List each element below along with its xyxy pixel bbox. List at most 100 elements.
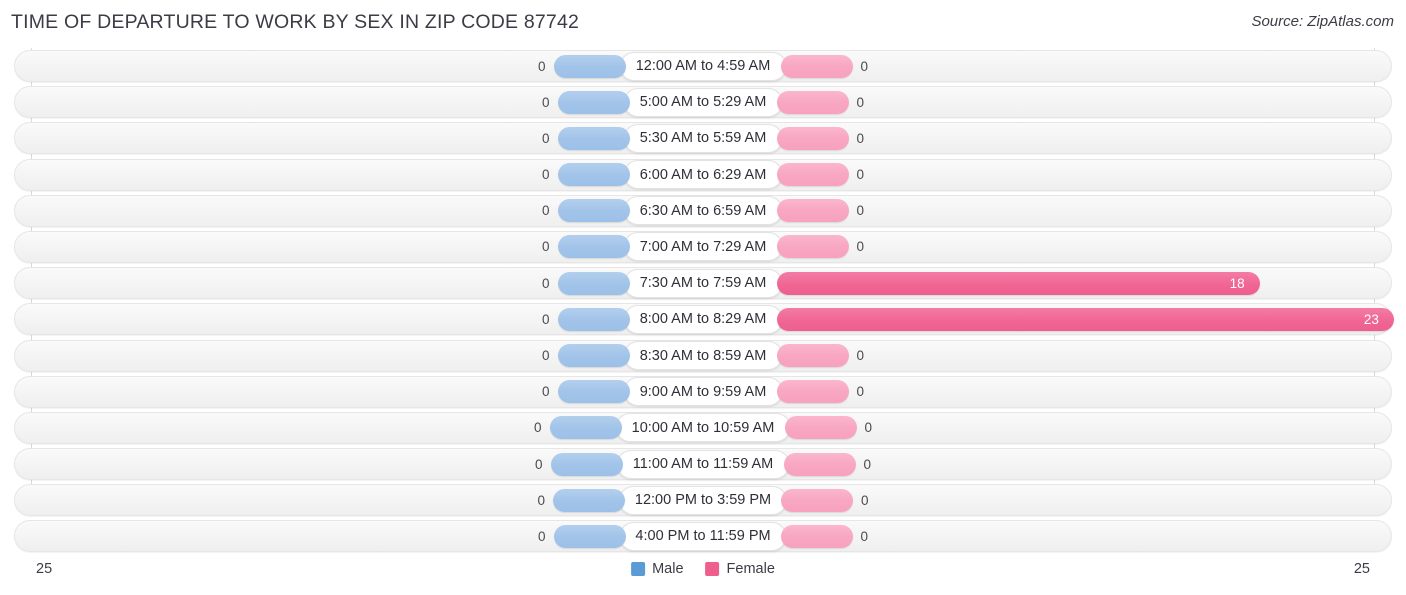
female-bar[interactable] xyxy=(776,126,849,150)
bar-row: 7:00 AM to 7:29 AM 0 0 xyxy=(0,229,1406,265)
female-value-label: 0 xyxy=(856,94,865,110)
category-label: 7:00 AM to 7:29 AM xyxy=(623,232,783,262)
bar-row: 8:30 AM to 8:59 AM 0 0 xyxy=(0,338,1406,374)
male-value-label: 0 xyxy=(534,456,543,472)
bar-row: 5:00 AM to 5:29 AM 0 0 xyxy=(0,84,1406,120)
male-value-label: 0 xyxy=(537,492,545,508)
male-value-label: 0 xyxy=(541,275,550,291)
category-label: 12:00 AM to 4:59 AM xyxy=(619,51,787,81)
male-bar[interactable] xyxy=(557,380,630,404)
bar-row: 6:00 AM to 6:29 AM 0 0 xyxy=(0,157,1406,193)
male-bar[interactable] xyxy=(557,235,630,259)
page-title: TIME OF DEPARTURE TO WORK BY SEX IN ZIP … xyxy=(11,11,580,33)
female-bar[interactable] xyxy=(781,488,853,512)
bar-row: 8:00 AM to 8:29 AM 0 23 xyxy=(0,301,1406,337)
female-bar[interactable] xyxy=(776,90,849,114)
male-value-label: 0 xyxy=(541,311,550,327)
chart-header: TIME OF DEPARTURE TO WORK BY SEX IN ZIP … xyxy=(0,0,1406,44)
male-value-label: 0 xyxy=(533,420,542,436)
bar-row: 7:30 AM to 7:59 AM 0 18 xyxy=(0,265,1406,301)
male-bar[interactable] xyxy=(557,90,630,114)
male-bar[interactable] xyxy=(557,199,630,223)
legend-swatch-female-icon xyxy=(705,562,720,576)
legend: Male Female xyxy=(631,561,775,577)
male-bar[interactable] xyxy=(557,271,630,295)
female-value-label: 0 xyxy=(856,130,865,146)
female-bar[interactable] xyxy=(776,307,1394,331)
male-value-label: 0 xyxy=(541,130,550,146)
category-label: 12:00 PM to 3:59 PM xyxy=(618,485,788,515)
male-value-label: 0 xyxy=(537,58,546,74)
female-bar[interactable] xyxy=(783,452,856,476)
female-value-label: 0 xyxy=(860,58,869,74)
female-bar[interactable] xyxy=(776,271,1260,295)
bar-rows-container: 12:00 AM to 4:59 AM 0 0 5:00 AM to 5:29 AM 0… xyxy=(0,48,1406,555)
legend-label-male: Male xyxy=(652,561,684,577)
bar-row: 12:00 AM to 4:59 AM 0 0 xyxy=(0,48,1406,84)
category-label: 10:00 AM to 10:59 AM xyxy=(615,413,791,443)
female-value-label: 0 xyxy=(856,203,865,219)
female-value-label: 0 xyxy=(861,492,869,508)
female-value-label: 23 xyxy=(1363,311,1379,327)
bar-row: 12:00 PM to 3:59 PM 0 0 xyxy=(0,482,1406,518)
category-label: 8:30 AM to 8:59 AM xyxy=(623,341,783,370)
male-bar[interactable] xyxy=(553,54,626,78)
category-label: 6:30 AM to 6:59 AM xyxy=(623,196,783,226)
male-value-label: 0 xyxy=(541,239,550,255)
category-label: 5:00 AM to 5:29 AM xyxy=(623,87,783,117)
female-value-label: 0 xyxy=(856,348,865,363)
category-label: 8:00 AM to 8:29 AM xyxy=(623,304,783,334)
female-bar[interactable] xyxy=(780,524,853,548)
female-value-label: 0 xyxy=(856,384,865,400)
chart-footer: 25 25 Male Female xyxy=(0,553,1406,595)
legend-label-female: Female xyxy=(726,561,775,577)
bar-row: 5:30 AM to 5:59 AM 0 0 xyxy=(0,120,1406,156)
legend-item-female[interactable]: Female xyxy=(705,561,775,577)
female-value-label: 0 xyxy=(860,528,869,544)
male-value-label: 0 xyxy=(541,384,550,400)
female-value-label: 18 xyxy=(1229,275,1245,291)
female-bar[interactable] xyxy=(776,199,849,223)
male-value-label: 0 xyxy=(541,167,550,183)
male-value-label: 0 xyxy=(541,94,550,110)
bar-row: 6:30 AM to 6:59 AM 0 0 xyxy=(0,193,1406,229)
female-bar[interactable] xyxy=(780,54,853,78)
male-bar[interactable] xyxy=(549,416,622,440)
male-value-label: 0 xyxy=(541,348,550,363)
category-label: 4:00 PM to 11:59 PM xyxy=(619,521,787,551)
female-value-label: 0 xyxy=(863,456,872,472)
male-bar[interactable] xyxy=(557,344,630,367)
category-label: 5:30 AM to 5:59 AM xyxy=(623,123,783,153)
female-bar[interactable] xyxy=(776,235,849,259)
bar-row: 9:00 AM to 9:59 AM 0 0 xyxy=(0,374,1406,410)
female-bar[interactable] xyxy=(776,344,849,367)
category-label: 7:30 AM to 7:59 AM xyxy=(623,268,783,298)
plot-area: 12:00 AM to 4:59 AM 0 0 5:00 AM to 5:29 AM 0… xyxy=(0,48,1406,553)
female-bar[interactable] xyxy=(776,380,849,404)
male-bar[interactable] xyxy=(557,126,630,150)
male-bar[interactable] xyxy=(553,524,626,548)
legend-swatch-male-icon xyxy=(631,562,646,576)
category-label: 11:00 AM to 11:59 AM xyxy=(616,449,790,479)
male-value-label: 0 xyxy=(537,528,546,544)
male-bar[interactable] xyxy=(553,488,625,512)
female-bar[interactable] xyxy=(784,416,857,440)
axis-label-left: 25 xyxy=(36,561,53,577)
male-bar[interactable] xyxy=(550,452,623,476)
axis-label-right: 25 xyxy=(1353,561,1370,577)
category-label: 6:00 AM to 6:29 AM xyxy=(623,160,783,190)
bar-row: 11:00 AM to 11:59 AM 0 0 xyxy=(0,446,1406,482)
male-bar[interactable] xyxy=(557,163,630,187)
legend-item-male[interactable]: Male xyxy=(631,561,684,577)
female-value-label: 0 xyxy=(856,239,865,255)
male-value-label: 0 xyxy=(541,203,550,219)
female-value-label: 0 xyxy=(864,420,873,436)
female-value-label: 0 xyxy=(856,167,865,183)
category-label: 9:00 AM to 9:59 AM xyxy=(623,377,783,407)
female-bar[interactable] xyxy=(776,163,849,187)
chart-page: TIME OF DEPARTURE TO WORK BY SEX IN ZIP … xyxy=(0,0,1406,595)
source-attribution: Source: ZipAtlas.com xyxy=(1251,13,1394,30)
male-bar[interactable] xyxy=(557,307,630,331)
bar-row: 4:00 PM to 11:59 PM 0 0 xyxy=(0,518,1406,554)
bar-row: 10:00 AM to 10:59 AM 0 0 xyxy=(0,410,1406,446)
